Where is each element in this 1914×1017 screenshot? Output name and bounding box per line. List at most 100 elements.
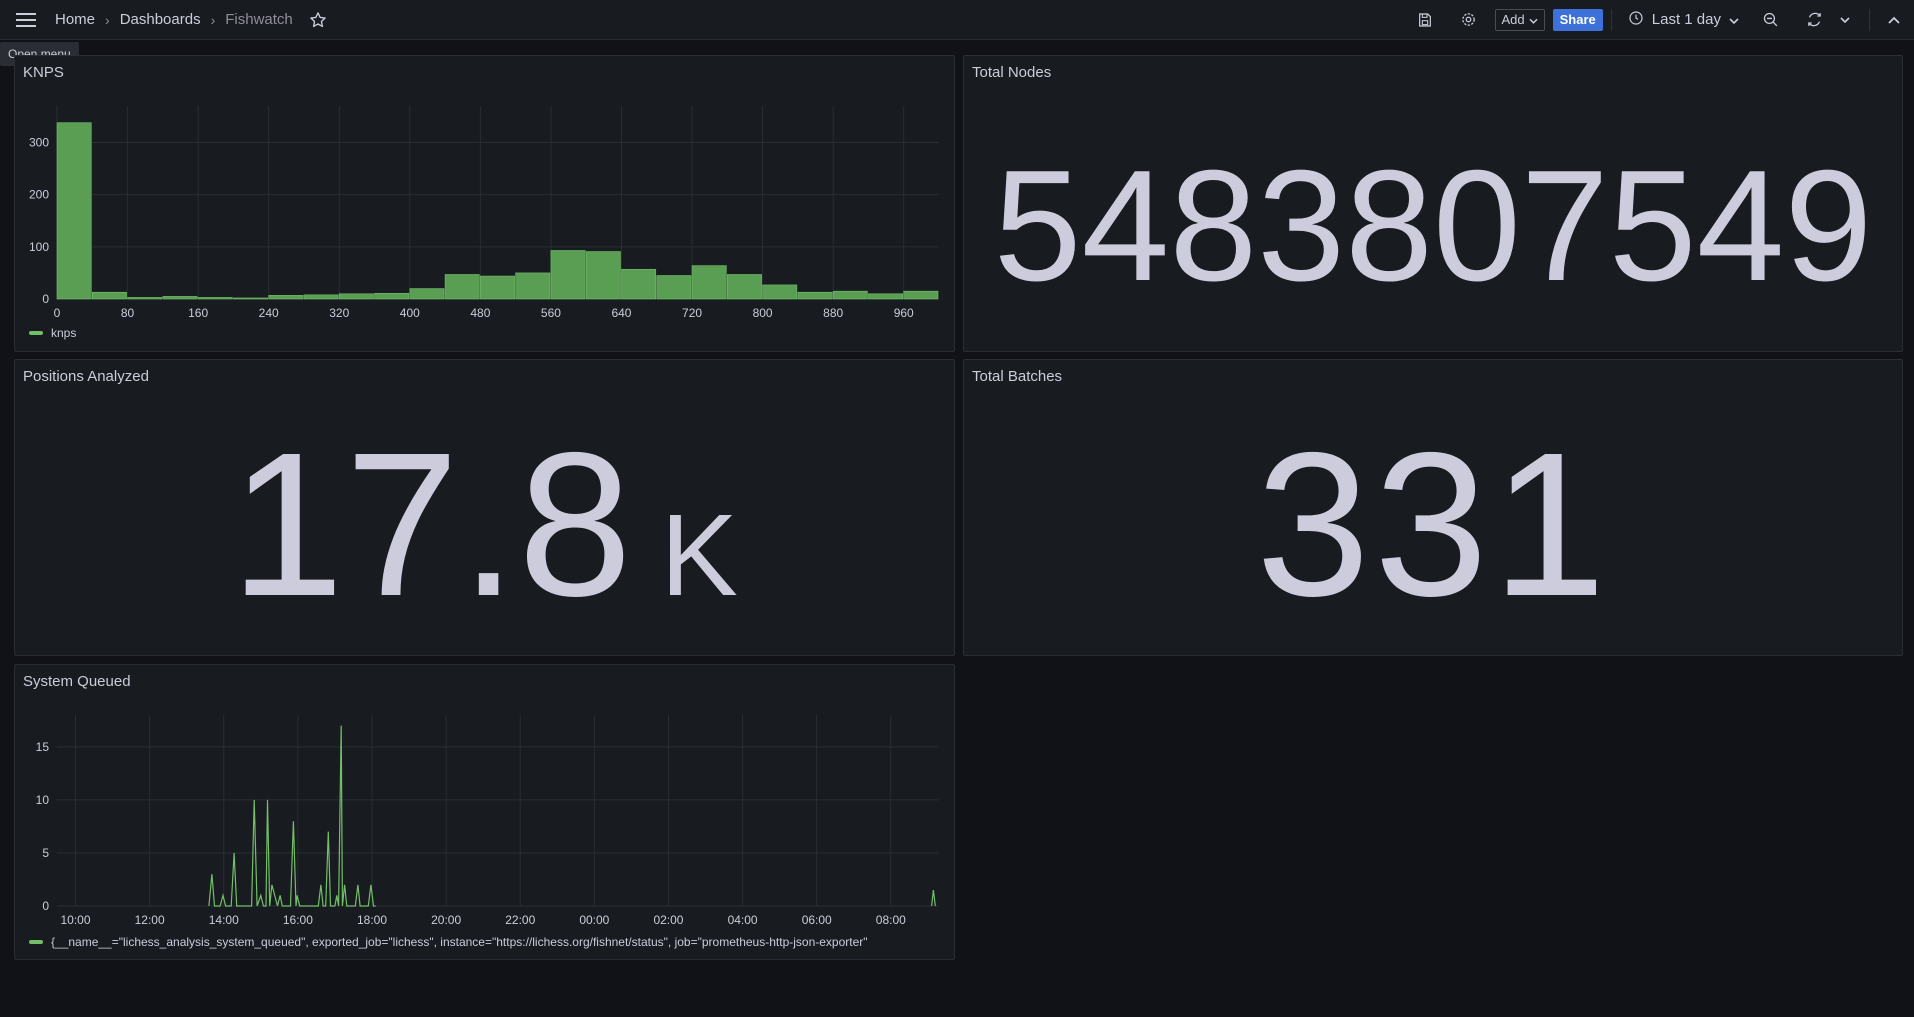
chevron-up-icon[interactable] (1882, 16, 1906, 24)
legend-label: {__name__="lichess_analysis_system_queue… (51, 935, 868, 949)
legend-swatch (29, 331, 43, 335)
histogram-bar (127, 297, 163, 300)
x-tick-label: 22:00 (505, 913, 535, 927)
stat-value-row: 17.8 K (15, 415, 954, 701)
histogram-bar (303, 294, 339, 300)
star-icon[interactable] (309, 11, 327, 29)
legend-swatch (29, 940, 43, 944)
panel-system-queued[interactable]: System Queued 10:00 12:00 14:00 16:00 18:00 2… (14, 664, 955, 960)
share-button[interactable]: Share (1552, 8, 1603, 31)
histogram-bar (480, 275, 515, 300)
breadcrumb-fishwatch: Fishwatch (225, 11, 293, 28)
y-tick-label: 15 (36, 740, 50, 754)
panel-title: Total Nodes (972, 64, 1052, 81)
chart-legend[interactable]: {__name__="lichess_analysis_system_queue… (29, 935, 868, 949)
histogram-bar (550, 250, 586, 300)
knps-histogram-chart: 0 80 160 240 320 400 480 560 640 720 800 880 960 0 100… (29, 106, 939, 320)
panel-positions-analyzed[interactable]: Positions Analyzed 17.8 K (14, 359, 955, 656)
histogram-bar (621, 268, 657, 300)
gear-icon[interactable] (1455, 11, 1483, 28)
histogram-bar (691, 265, 727, 300)
histogram-bar (409, 288, 445, 300)
y-tick-label: 10 (36, 793, 50, 807)
histogram-bar (233, 297, 268, 300)
y-tick-label: 100 (29, 240, 49, 254)
histogram-bar (91, 291, 127, 300)
x-tick-label: 12:00 (135, 913, 165, 927)
histogram-bar (903, 290, 939, 300)
x-tick-label: 960 (894, 306, 914, 320)
stat-value: 17.8 (230, 410, 634, 639)
chevron-down-icon (1529, 12, 1538, 27)
time-range-picker[interactable]: Last 1 day (1628, 10, 1739, 30)
save-icon[interactable] (1411, 12, 1439, 28)
histogram-bar (338, 293, 374, 300)
x-tick-label: 16:00 (283, 913, 313, 927)
menu-icon[interactable] (14, 9, 40, 31)
top-nav-bar: Home › Dashboards › Fishwatch Add Share … (0, 0, 1914, 40)
histogram-bar (797, 291, 833, 300)
histogram-bar (56, 122, 92, 300)
x-tick-label: 320 (329, 306, 349, 320)
y-tick-label: 0 (42, 899, 49, 913)
x-tick-label: 18:00 (357, 913, 387, 927)
x-tick-label: 640 (611, 306, 631, 320)
series-line (208, 725, 936, 907)
x-tick-label: 560 (541, 306, 561, 320)
clock-icon (1628, 10, 1644, 30)
x-tick-label: 480 (470, 306, 490, 320)
histogram-bar (585, 251, 621, 300)
histogram-bar (374, 292, 410, 300)
stat-value: 331 (1255, 410, 1611, 639)
refresh-icon[interactable] (1801, 11, 1827, 28)
x-tick-label: 400 (400, 306, 420, 320)
stat-unit: K (660, 490, 739, 620)
panel-title: Total Batches (972, 368, 1063, 385)
toolbar-divider (1869, 8, 1870, 31)
zoom-out-icon[interactable] (1757, 11, 1783, 28)
histogram-bar (162, 296, 198, 300)
legend-label: knps (51, 326, 77, 340)
x-tick-label: 80 (121, 306, 135, 320)
histogram-bar (656, 275, 692, 300)
add-button-label: Add (1501, 12, 1525, 27)
histogram-bar (868, 293, 904, 300)
x-tick-label: 800 (753, 306, 773, 320)
x-tick-label: 160 (188, 306, 208, 320)
x-tick-label: 14:00 (209, 913, 239, 927)
x-tick-label: 0 (54, 306, 61, 320)
y-tick-label: 200 (29, 188, 49, 202)
x-tick-label: 06:00 (802, 913, 832, 927)
y-tick-label: 300 (29, 136, 49, 150)
y-tick-label: 5 (42, 846, 49, 860)
x-tick-label: 20:00 (431, 913, 461, 927)
x-tick-label: 00:00 (579, 913, 609, 927)
x-tick-label: 02:00 (653, 913, 683, 927)
panel-title: Positions Analyzed (23, 368, 149, 385)
x-tick-label: 08:00 (876, 913, 906, 927)
x-tick-label: 04:00 (728, 913, 758, 927)
histogram-bar (515, 272, 551, 300)
toolbar-right: Add Share Last 1 day (1411, 0, 1914, 39)
add-button[interactable]: Add (1494, 8, 1545, 31)
histogram-bar (444, 274, 480, 300)
histogram-bar (762, 284, 798, 300)
breadcrumb: Home › Dashboards › Fishwatch (55, 0, 327, 39)
chart-legend[interactable]: knps (29, 326, 76, 340)
histogram-bar (197, 297, 233, 300)
histogram-bar (832, 290, 868, 300)
panel-total-batches[interactable]: Total Batches 331 (963, 359, 1903, 656)
stat-value: 5483807549 (993, 138, 1873, 314)
system-queued-timeseries-chart: 10:00 12:00 14:00 16:00 18:00 20:00 22:00 00:00… (36, 715, 939, 927)
histogram-bar (727, 274, 762, 300)
panel-total-nodes[interactable]: Total Nodes 5483807549 (963, 55, 1903, 352)
refresh-interval-chevron-down-icon[interactable] (1835, 16, 1855, 23)
breadcrumb-home[interactable]: Home (55, 11, 95, 28)
breadcrumb-separator-icon: › (210, 11, 216, 28)
x-tick-label: 10:00 (61, 913, 91, 927)
x-tick-label: 240 (259, 306, 279, 320)
breadcrumb-dashboards[interactable]: Dashboards (120, 11, 201, 28)
y-tick-label: 0 (42, 292, 49, 306)
chevron-down-icon (1729, 11, 1739, 28)
panel-knps[interactable]: KNPS 0 80 160 240 320 400 480 560 640 720 800 880 96… (14, 55, 955, 352)
